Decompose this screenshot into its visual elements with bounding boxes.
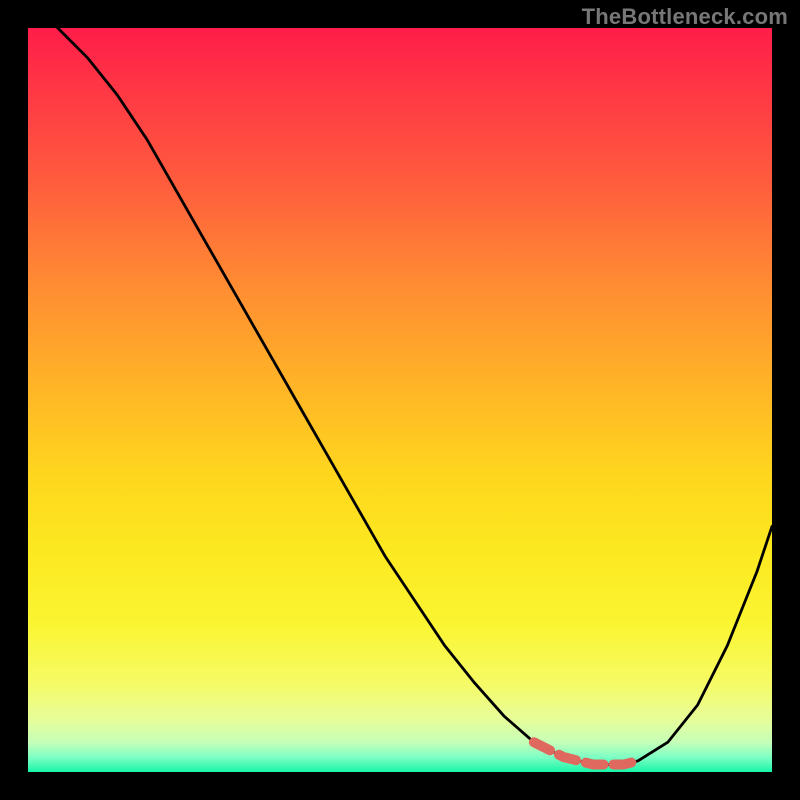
watermark-text: TheBottleneck.com: [582, 4, 788, 30]
chart-svg: [28, 28, 772, 772]
bottleneck-curve: [58, 28, 772, 765]
optimal-range-highlight: [534, 742, 638, 764]
chart-area: [28, 28, 772, 772]
